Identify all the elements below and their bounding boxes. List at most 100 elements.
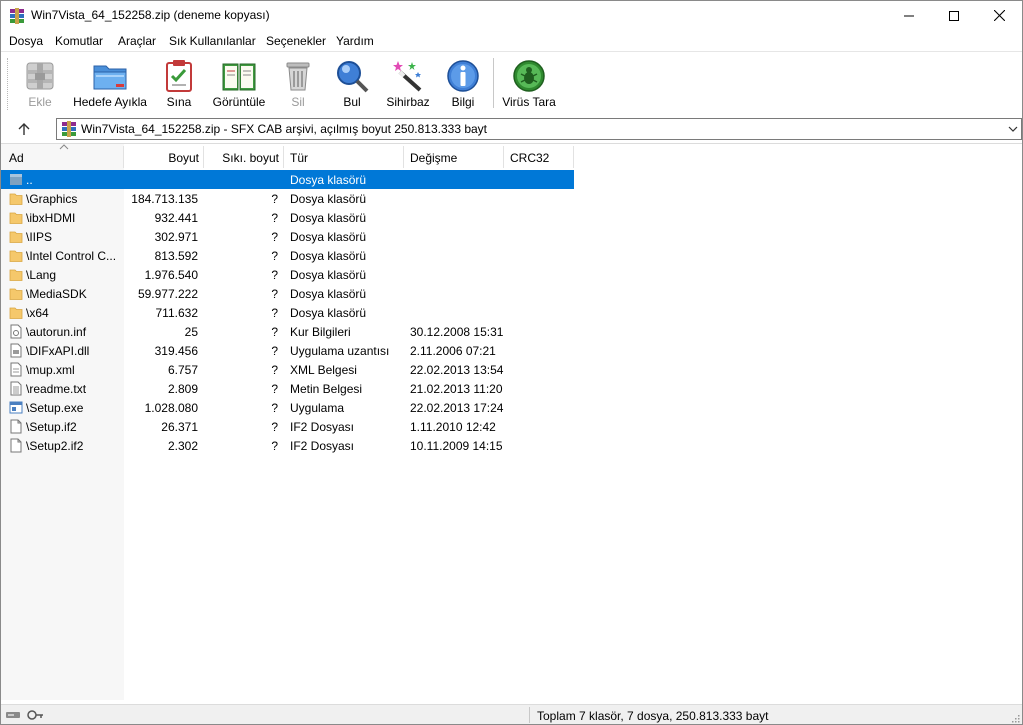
trash-icon: [286, 62, 310, 91]
extract-folder-icon: [93, 65, 127, 90]
folder-icon: [9, 250, 23, 262]
column-header-type[interactable]: Tür: [284, 146, 404, 168]
menu-tools[interactable]: Araçlar: [118, 34, 156, 48]
file-size: 25: [184, 325, 198, 339]
column-header-size[interactable]: Boyut: [124, 146, 204, 168]
view-button[interactable]: Görüntüle: [209, 56, 269, 112]
maximize-button[interactable]: [931, 1, 977, 30]
file-row[interactable]: \MediaSDK 59.977.222? Dosya klasörü: [1, 284, 574, 303]
file-name: \readme.txt: [26, 382, 87, 396]
file-type: Dosya klasörü: [290, 211, 367, 225]
file-row[interactable]: \DIFxAPI.dll 319.456? Uygulama uzantısı 2.1…: [1, 341, 574, 360]
title-bar[interactable]: Win7Vista_64_152258.zip (deneme kopyası): [1, 1, 1022, 30]
file-row[interactable]: \readme.txt 2.809? Metin Belgesi 21.02.2013…: [1, 379, 574, 398]
file-name: \Lang: [26, 268, 57, 282]
test-label: Sına: [166, 95, 192, 109]
find-button[interactable]: Bul: [331, 56, 373, 112]
packed-size: ?: [271, 420, 278, 434]
file-size: 2.809: [167, 382, 198, 396]
file-row[interactable]: \Graphics 184.713.135? Dosya klasörü: [1, 189, 574, 208]
file-size: 932.441: [154, 211, 198, 225]
menu-help[interactable]: Yardım: [336, 34, 374, 48]
file-type: Metin Belgesi: [290, 382, 363, 396]
resize-grip-icon[interactable]: [1010, 713, 1020, 723]
close-button[interactable]: [976, 1, 1022, 30]
file-row[interactable]: \autorun.inf 25? Kur Bilgileri 30.12.2008 1…: [1, 322, 574, 341]
file-row[interactable]: \Intel Control C... 813.592? Dosya klasörü: [1, 246, 574, 265]
menu-commands[interactable]: Komutlar: [55, 34, 103, 48]
file-name: \MediaSDK: [26, 287, 87, 301]
packed-size: ?: [271, 382, 278, 396]
menu-file[interactable]: Dosya: [9, 34, 43, 48]
address-dropdown-button[interactable]: [1007, 122, 1019, 136]
info-button[interactable]: Bilgi: [443, 56, 483, 112]
file-type: Dosya klasörü: [290, 268, 367, 282]
column-header-crc[interactable]: CRC32: [504, 146, 574, 168]
file-row[interactable]: \Setup.exe 1.028.080? Uygulama 22.02.2013 1…: [1, 398, 574, 417]
file-name: \ibxHDMI: [26, 211, 76, 225]
file-type: Uygulama uzantısı: [290, 344, 390, 358]
file-list[interactable]: Ad Boyut Sıkı. boyut Tür Değişme CRC32 .…: [1, 143, 1022, 700]
delete-button[interactable]: Sil: [279, 56, 317, 112]
wizard-button[interactable]: Sihirbaz: [383, 56, 433, 112]
menu-options[interactable]: Seçenekler: [266, 34, 326, 48]
magnifier-icon: [337, 61, 369, 93]
file-row[interactable]: \x64 711.632? Dosya klasörü: [1, 303, 574, 322]
address-combobox[interactable]: Win7Vista_64_152258.zip - SFX CAB arşivi…: [56, 118, 1022, 140]
view-book-icon: [222, 63, 256, 91]
column-header-modified[interactable]: Değişme: [404, 146, 504, 168]
file-type: Dosya klasörü: [290, 230, 367, 244]
virus-scan-button[interactable]: Virüs Tara: [501, 56, 557, 112]
file-name: \Intel Control C...: [26, 249, 117, 263]
folder-icon: [9, 212, 23, 224]
file-size: 711.632: [155, 306, 199, 320]
file-type: XML Belgesi: [290, 363, 357, 377]
file-row[interactable]: .. Dosya klasörü: [1, 170, 574, 189]
modified-date: 22.02.2013 13:54: [410, 363, 504, 377]
up-folder-button[interactable]: [15, 120, 33, 138]
executable-icon: [9, 401, 23, 414]
info-label: Bilgi: [451, 95, 475, 109]
magic-wand-icon: [393, 61, 422, 92]
folder-icon: [9, 307, 23, 319]
close-icon: [993, 10, 1005, 21]
file-size: 6.757: [167, 363, 198, 377]
file-row[interactable]: \ibxHDMI 932.441? Dosya klasörü: [1, 208, 574, 227]
packed-size: ?: [271, 344, 278, 358]
file-row[interactable]: \mup.xml 6.757? XML Belgesi 22.02.2013 13:5…: [1, 360, 574, 379]
file-row[interactable]: \IIPS 302.971? Dosya klasörü: [1, 227, 574, 246]
toolbar-grip[interactable]: [7, 58, 11, 110]
window-title: Win7Vista_64_152258.zip (deneme kopyası): [31, 8, 270, 22]
file-type: IF2 Dosyası: [290, 439, 355, 453]
modified-date: 21.02.2013 11:20: [410, 382, 503, 396]
folder-icon: [9, 288, 23, 300]
file-type: IF2 Dosyası: [290, 420, 355, 434]
address-text: Win7Vista_64_152258.zip - SFX CAB arşivi…: [81, 122, 488, 136]
file-size: 2.302: [167, 439, 198, 453]
test-clipboard-icon: [166, 60, 192, 92]
add-button[interactable]: Ekle: [17, 56, 63, 112]
file-row[interactable]: \Setup2.if2 2.302? IF2 Dosyası 10.11.2009 1…: [1, 436, 574, 455]
menu-favorites[interactable]: Sık Kullanılanlar: [169, 34, 256, 48]
column-header-packed[interactable]: Sıkı. boyut: [204, 146, 284, 168]
drive-and-key-icon[interactable]: [5, 708, 45, 722]
packed-size: ?: [271, 268, 278, 282]
packed-size: ?: [271, 325, 278, 339]
column-header-name[interactable]: Ad: [1, 144, 124, 168]
wizard-label: Sihirbaz: [386, 95, 430, 109]
minimize-icon: [904, 15, 914, 16]
file-name: ..: [26, 173, 33, 187]
file-type: Dosya klasörü: [290, 192, 367, 206]
file-name: \Setup2.if2: [26, 439, 84, 453]
archive-icon: [62, 121, 76, 137]
minimize-button[interactable]: [886, 1, 932, 30]
packed-size: ?: [271, 230, 278, 244]
file-row[interactable]: \Lang 1.976.540? Dosya klasörü: [1, 265, 574, 284]
modified-date: 30.12.2008 15:31: [410, 325, 504, 339]
file-icon: [10, 419, 22, 434]
file-row[interactable]: \Setup.if2 26.371? IF2 Dosyası 1.11.2010 12…: [1, 417, 574, 436]
winrar-app-icon[interactable]: [9, 8, 25, 24]
extract-button[interactable]: Hedefe Ayıkla: [69, 56, 151, 112]
status-separator: [529, 707, 530, 723]
test-button[interactable]: Sına: [159, 56, 199, 112]
